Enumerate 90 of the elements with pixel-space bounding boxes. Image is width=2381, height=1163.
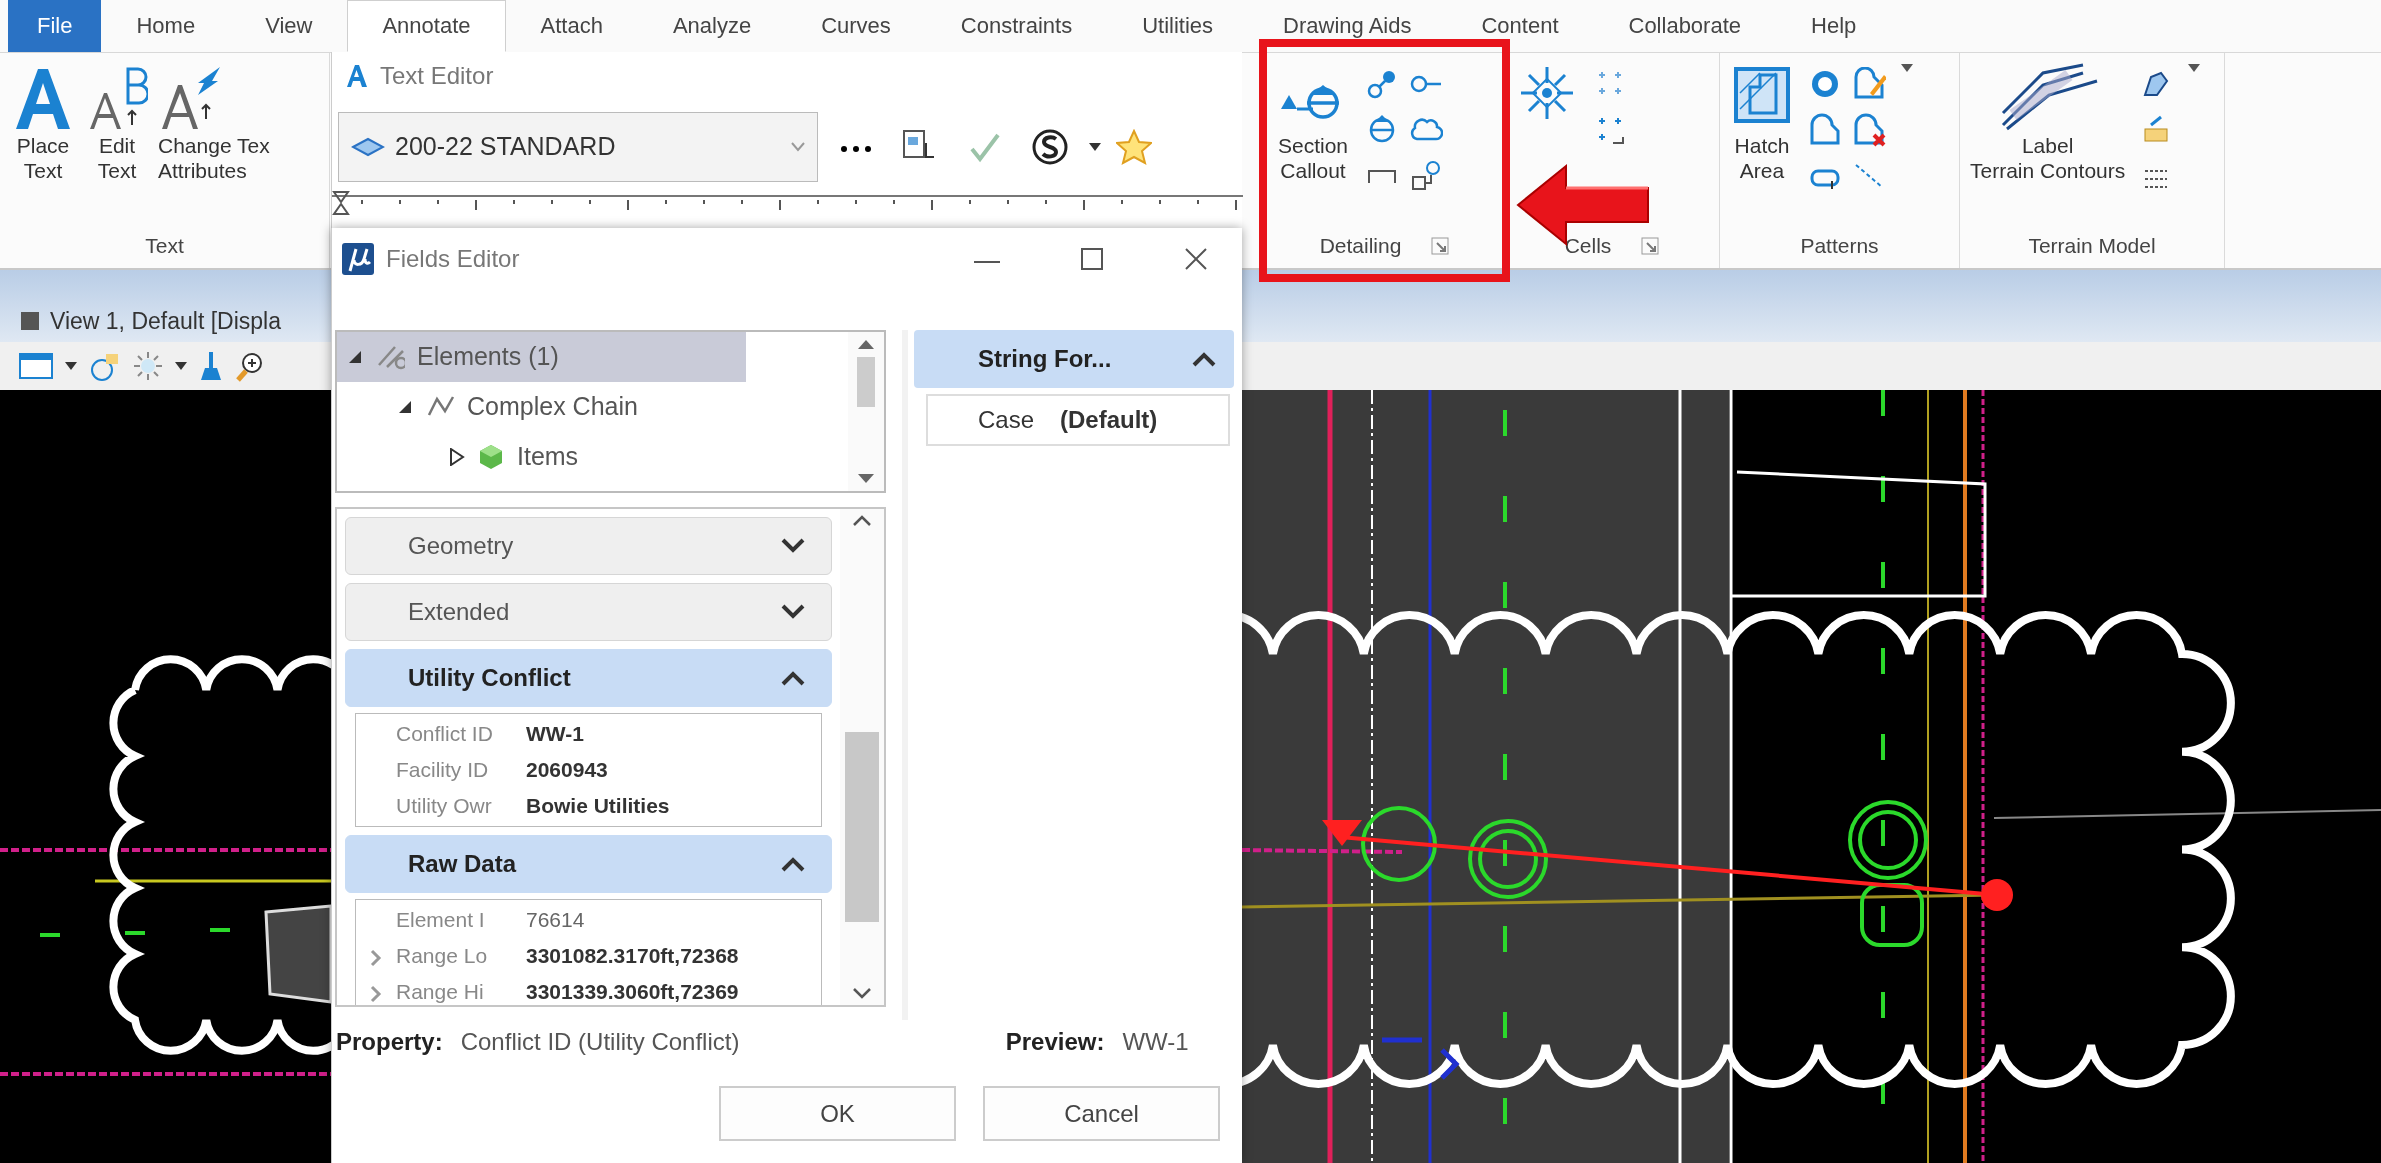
group-title: Text <box>145 233 184 260</box>
property-value: 76614 <box>526 907 585 934</box>
ribbon-tab[interactable]: Curves <box>786 0 926 52</box>
edit-pattern-icon[interactable] <box>1852 67 1886 101</box>
property-value: 2060943 <box>526 757 608 784</box>
property-value: Bowie Utilities <box>526 793 670 820</box>
scroll-down-icon[interactable] <box>852 987 872 999</box>
tree-item[interactable]: Items <box>437 432 848 482</box>
property-name: Range Hi <box>396 979 485 1005</box>
ribbon-button[interactable]: Place Text <box>10 63 76 184</box>
view-title: View 1, Default [Displa <box>50 306 281 336</box>
section-header[interactable]: Geometry <box>345 517 832 575</box>
ribbon-tab[interactable]: Constraints <box>925 0 1108 52</box>
chevron-up-icon <box>781 856 805 872</box>
ribbon-tab[interactable]: Home <box>101 0 231 52</box>
expand-icon[interactable] <box>449 448 465 466</box>
ribbon-tab[interactable]: View <box>230 0 348 52</box>
window-title: Fields Editor <box>386 244 521 274</box>
section-header[interactable]: String For... <box>914 330 1234 388</box>
group-title: Cells <box>1564 233 1612 260</box>
property-value: (Default) <box>1060 405 1158 435</box>
symbol-icon[interactable] <box>1032 129 1068 165</box>
scroll-up-icon[interactable] <box>852 515 872 527</box>
scroll-up-icon[interactable] <box>856 338 876 350</box>
property-value: 3301082.3170ft,72368 <box>526 943 739 970</box>
dialog-button[interactable]: Cancel <box>983 1086 1220 1141</box>
tree-item[interactable]: Complex Chain <box>387 382 848 432</box>
dialog-button[interactable]: OK <box>719 1086 956 1141</box>
group-title: Terrain Model <box>2028 233 2156 260</box>
property-name: Utility Owr <box>396 793 493 820</box>
preview-label: Preview: <box>1005 1027 1105 1057</box>
caret-icon[interactable] <box>2187 63 2202 73</box>
caret-icon[interactable] <box>1900 63 1914 73</box>
tree-item[interactable]: Elements (1) <box>337 332 746 382</box>
section-header[interactable]: Raw Data <box>345 835 832 893</box>
caret-icon[interactable] <box>1088 142 1102 152</box>
detail-icon[interactable] <box>1409 159 1443 193</box>
view-icon[interactable] <box>20 310 40 331</box>
scroll-down-icon[interactable] <box>856 473 876 485</box>
star-icon[interactable] <box>1116 129 1152 165</box>
property-name: Range Lo <box>396 943 489 970</box>
ribbon-tab[interactable]: Attach <box>505 0 638 52</box>
ribbon-tab[interactable]: Utilities <box>1107 0 1249 52</box>
ribbon-tab[interactable]: Collaborate <box>1593 0 1776 52</box>
section-header[interactable]: Extended <box>345 583 832 641</box>
app-icon <box>342 243 374 275</box>
letter-a-icon <box>346 64 368 88</box>
dialog-launcher-icon[interactable] <box>1641 237 1660 255</box>
chevron-down-icon <box>781 538 805 554</box>
scrollbar-thumb[interactable] <box>857 356 875 407</box>
ribbon-tab[interactable]: File <box>8 0 102 52</box>
property-value: 3301339.3060ft,72369 <box>526 979 739 1005</box>
window-title: Text Editor <box>380 61 494 91</box>
ribbon-button[interactable]: Label Terrain Contours <box>1970 63 2126 184</box>
ribbon-tab[interactable]: Help <box>1776 0 1892 52</box>
text-style-dropdown[interactable]: 200-22 STANDARD <box>338 112 818 182</box>
style-icon <box>351 135 385 159</box>
dialog-launcher-icon[interactable] <box>1431 237 1450 255</box>
property-name: Facility ID <box>396 757 490 784</box>
light-icon[interactable] <box>132 350 164 382</box>
ribbon-button[interactable]: Section Callout <box>1275 63 1351 184</box>
ribbon-button[interactable]: Change Tex Attributes <box>158 63 270 184</box>
pattern-icon[interactable] <box>1808 113 1842 147</box>
caret-icon[interactable] <box>174 361 188 371</box>
property-name: Case <box>978 405 1035 435</box>
cube-icon <box>477 443 505 471</box>
preview-text: WW-1 <box>1122 1027 1189 1057</box>
property-name: Element I <box>396 907 486 934</box>
property-text: Conflict ID (Utility Conflict) <box>460 1027 741 1057</box>
chevron-icon <box>791 142 805 152</box>
ribbon-button[interactable]: Hatch Area <box>1730 63 1794 184</box>
scrollbar-thumb[interactable] <box>845 732 879 922</box>
ribbon-tab[interactable]: Analyze <box>637 0 787 52</box>
chevron-up-icon <box>1192 351 1216 367</box>
property-value: WW-1 <box>526 721 584 748</box>
window-icon[interactable] <box>18 350 54 382</box>
ribbon-tab[interactable]: Drawing Aids <box>1248 0 1447 52</box>
delete-pattern-icon[interactable] <box>1852 113 1886 147</box>
ribbon-tab[interactable]: Content <box>1446 0 1594 52</box>
group-title: Patterns <box>1800 233 1879 260</box>
chevron-up-icon <box>781 670 805 686</box>
section-header[interactable]: Utility Conflict <box>345 649 832 707</box>
brush-icon[interactable] <box>198 350 224 382</box>
ribbon-button[interactable]: Edit Text <box>86 63 148 184</box>
group-title: Detailing <box>1319 233 1402 260</box>
caret-icon[interactable] <box>64 361 78 371</box>
property-label: Property: <box>336 1027 443 1057</box>
ribbon-tab[interactable]: Annotate <box>347 0 506 52</box>
chevron-down-icon <box>781 604 805 620</box>
property-name: Conflict ID <box>396 721 494 748</box>
